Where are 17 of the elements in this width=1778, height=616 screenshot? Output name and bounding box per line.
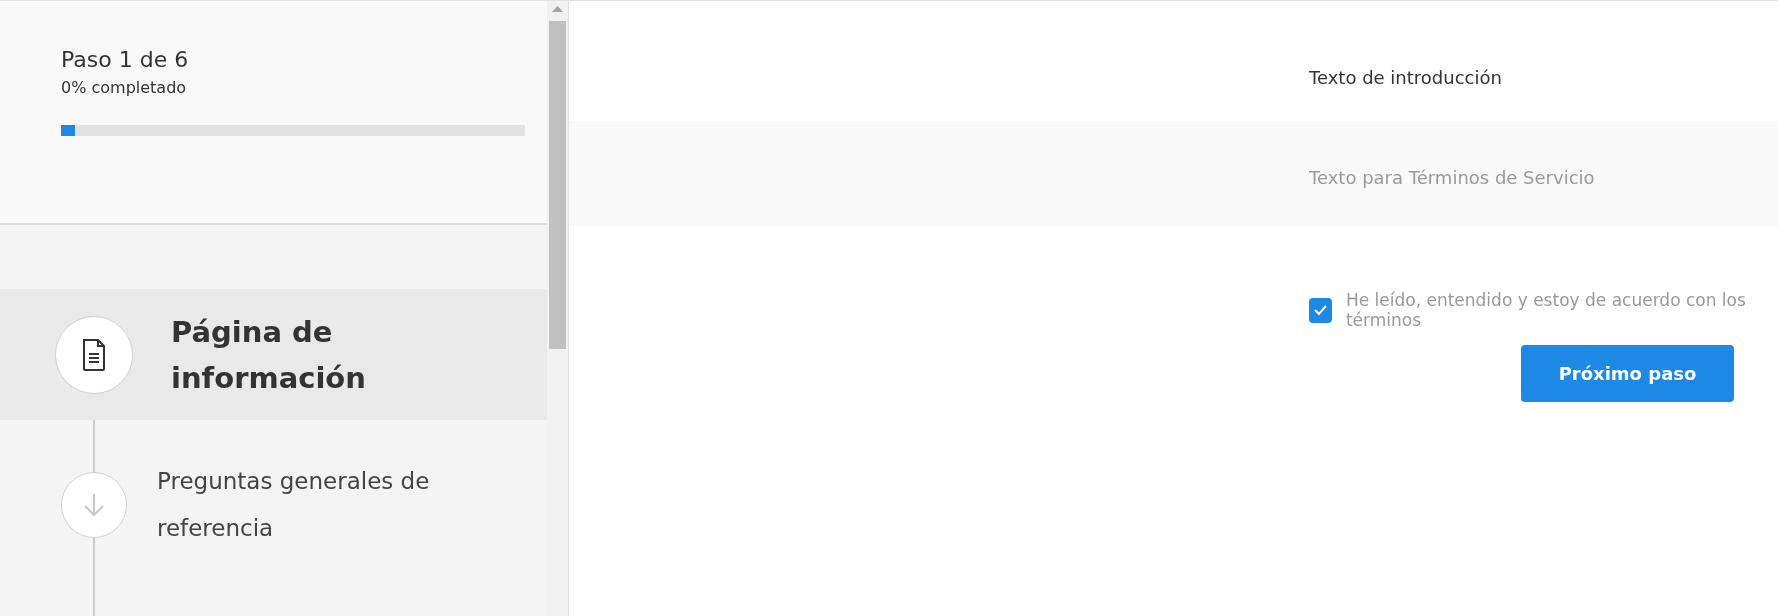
document-icon xyxy=(82,338,106,371)
arrow-down-icon xyxy=(83,493,105,517)
agree-label: He leído, entendido y estoy de acuerdo con los términos xyxy=(1345,290,1747,330)
step-counter: Paso 1 de 6 xyxy=(61,47,189,72)
terms-text: Texto para Términos de Servicio xyxy=(1309,167,1595,188)
step-item[interactable]: Página de información xyxy=(0,289,547,420)
scrollbar[interactable] xyxy=(547,1,568,616)
scroll-thumb[interactable] xyxy=(549,21,566,349)
intro-text: Texto de introducción xyxy=(1309,67,1502,88)
completion-text: 0% completado xyxy=(61,78,187,97)
scroll-up-icon[interactable] xyxy=(552,6,563,12)
step-item[interactable]: Preguntas generales de referencia xyxy=(0,420,547,590)
next-step-button[interactable]: Próximo paso xyxy=(1521,345,1734,402)
agree-checkbox[interactable] xyxy=(1309,297,1332,323)
step-title: Preguntas generales de referencia xyxy=(157,467,431,543)
check-icon xyxy=(1313,305,1327,315)
step-title: Página de información xyxy=(171,313,367,397)
